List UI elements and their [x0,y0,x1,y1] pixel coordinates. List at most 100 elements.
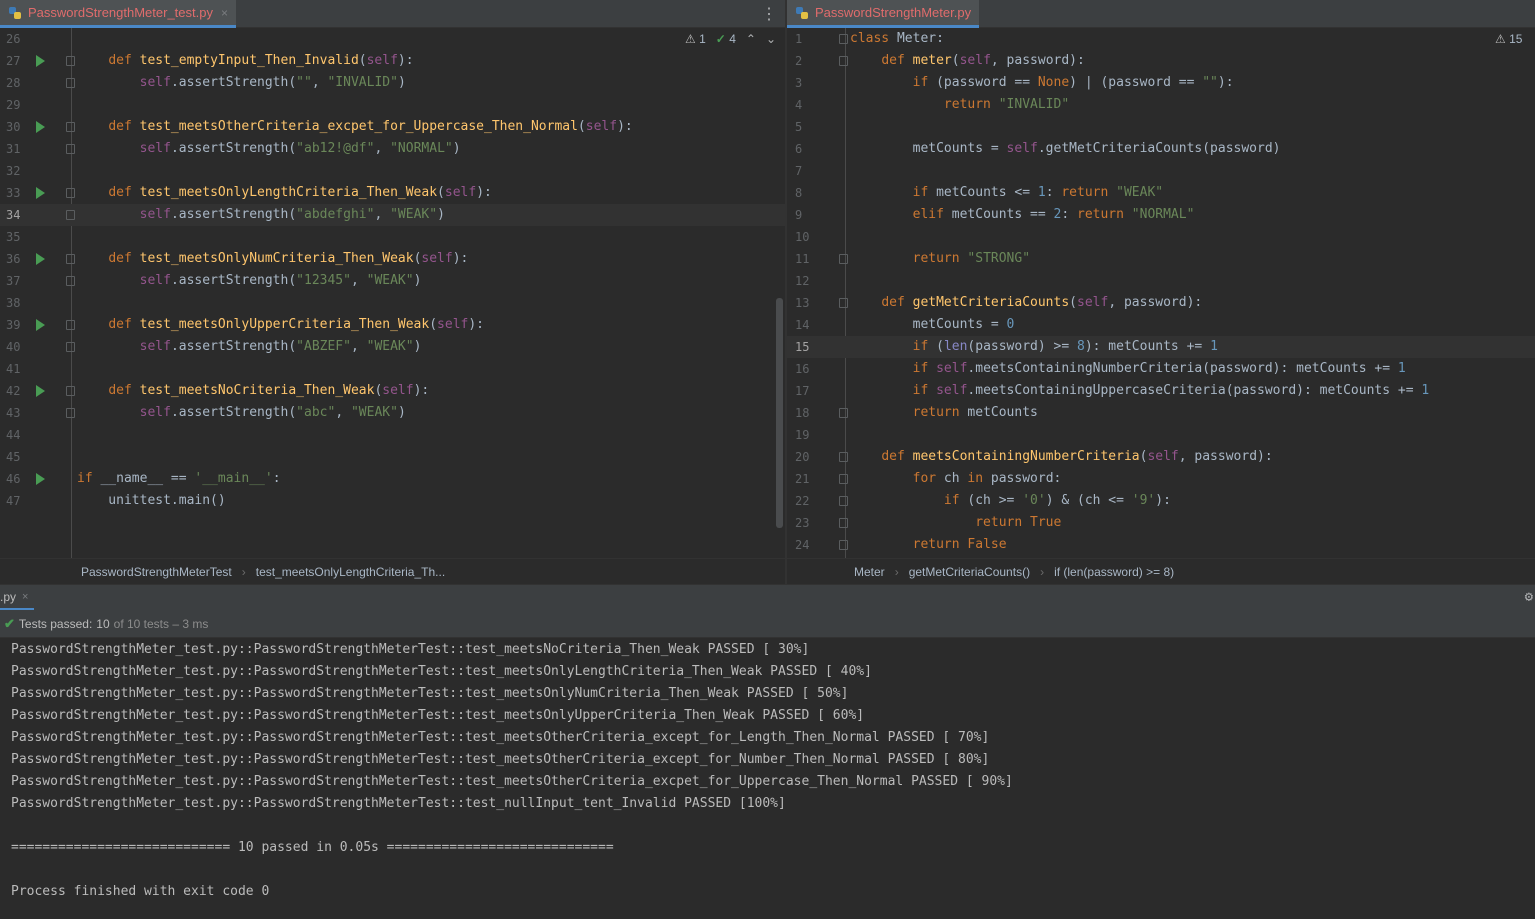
code-text[interactable]: unittest.main() [77,490,225,512]
line-number[interactable]: 31 [6,138,34,160]
line-number[interactable]: 5 [795,116,823,138]
run-test-icon[interactable] [36,187,45,199]
breadcrumb-item[interactable]: test_meetsOnlyLengthCriteria_Th... [256,565,445,579]
line-number[interactable]: 14 [795,314,823,336]
line-number[interactable]: 15 [795,336,823,358]
code-line[interactable]: 10 [787,226,1535,248]
code-line[interactable]: 9 elif metCounts == 2: return "NORMAL" [787,204,1535,226]
line-number[interactable]: 22 [795,490,823,512]
code-line[interactable]: 1 class Meter: [787,28,1535,50]
line-number[interactable]: 4 [795,94,823,116]
code-line[interactable]: 47 unittest.main() [0,490,785,512]
code-text[interactable]: self.assertStrength("ab12!@df", "NORMAL"… [77,138,461,160]
fold-icon[interactable] [839,254,848,264]
line-number[interactable]: 39 [6,314,34,336]
line-number[interactable]: 26 [6,28,34,50]
line-number[interactable]: 3 [795,72,823,94]
line-number[interactable]: 34 [6,204,34,226]
code-line[interactable]: 39 def test_meetsOnlyUpperCriteria_Then_… [0,314,785,336]
code-line[interactable]: 40 self.assertStrength("ABZEF", "WEAK") [0,336,785,358]
line-number[interactable]: 37 [6,270,34,292]
line-number[interactable]: 41 [6,358,34,380]
code-line[interactable]: 45 [0,446,785,468]
console-output[interactable]: PasswordStrengthMeter_test.py::PasswordS… [0,639,1535,919]
code-line[interactable]: 7 [787,160,1535,182]
code-line[interactable]: 16 if self.meetsContainingNumberCriteria… [787,358,1535,380]
code-text[interactable]: return "STRONG" [850,248,1030,270]
run-test-icon[interactable] [36,473,45,485]
code-text[interactable]: def meter(self, password): [850,50,1085,72]
code-line[interactable]: 3 if (password == None) | (password == "… [787,72,1535,94]
code-text[interactable]: def test_meetsNoCriteria_Then_Weak(self)… [77,380,429,402]
code-text[interactable]: self.assertStrength("abdefghi", "WEAK") [77,204,445,226]
line-number[interactable]: 29 [6,94,34,116]
code-text[interactable]: def test_emptyInput_Then_Invalid(self): [77,50,413,72]
code-text[interactable]: def test_meetsOnlyNumCriteria_Then_Weak(… [77,248,468,270]
breadcrumb-item[interactable]: getMetCriteriaCounts() [909,565,1030,579]
line-number[interactable]: 30 [6,116,34,138]
code-line[interactable]: 31 self.assertStrength("ab12!@df", "NORM… [0,138,785,160]
line-number[interactable]: 9 [795,204,823,226]
line-number[interactable]: 23 [795,512,823,534]
line-number[interactable]: 36 [6,248,34,270]
code-line[interactable]: 46 if __name__ == '__main__': [0,468,785,490]
run-test-icon[interactable] [36,385,45,397]
fold-icon[interactable] [66,276,75,286]
run-tab[interactable]: .py × [0,585,35,611]
line-number[interactable]: 2 [795,50,823,72]
run-test-icon[interactable] [36,319,45,331]
code-line[interactable]: 29 [0,94,785,116]
line-number[interactable]: 7 [795,160,823,182]
line-number[interactable]: 6 [795,138,823,160]
line-number[interactable]: 45 [6,446,34,468]
code-line[interactable]: 38 [0,292,785,314]
code-text[interactable]: self.assertStrength("abc", "WEAK") [77,402,406,424]
fold-icon[interactable] [66,320,75,330]
code-line[interactable]: 41 [0,358,785,380]
line-number[interactable]: 18 [795,402,823,424]
code-line[interactable]: 32 [0,160,785,182]
line-number[interactable]: 28 [6,72,34,94]
line-number[interactable]: 20 [795,446,823,468]
line-number[interactable]: 21 [795,468,823,490]
fold-icon[interactable] [839,452,848,462]
gear-icon[interactable]: ⚙ [1525,589,1533,605]
line-number[interactable]: 12 [795,270,823,292]
code-line[interactable]: 23 return True [787,512,1535,534]
fold-icon[interactable] [66,210,75,220]
code-text[interactable]: def test_meetsOtherCriteria_excpet_for_U… [77,116,632,138]
fold-icon[interactable] [839,34,848,44]
fold-icon[interactable] [839,56,848,66]
code-line[interactable]: 33 def test_meetsOnlyLengthCriteria_Then… [0,182,785,204]
code-line[interactable]: 12 [787,270,1535,292]
fold-icon[interactable] [66,342,75,352]
line-number[interactable]: 43 [6,402,34,424]
run-test-icon[interactable] [36,55,45,67]
code-line[interactable]: 44 [0,424,785,446]
code-line[interactable]: 37 self.assertStrength("12345", "WEAK") [0,270,785,292]
fold-icon[interactable] [66,188,75,198]
code-line[interactable]: 11 return "STRONG" [787,248,1535,270]
code-line[interactable]: 35 [0,226,785,248]
code-line[interactable]: 15 if (len(password) >= 8): metCounts +=… [787,336,1535,358]
code-text[interactable]: if self.meetsContainingUppercaseCriteria… [850,380,1430,402]
code-text[interactable]: if __name__ == '__main__': [77,468,281,490]
fold-icon[interactable] [66,254,75,264]
line-number[interactable]: 17 [795,380,823,402]
code-line[interactable]: 24 return False [787,534,1535,556]
code-line[interactable]: 17 if self.meetsContainingUppercaseCrite… [787,380,1535,402]
fold-icon[interactable] [66,386,75,396]
breadcrumb-item[interactable]: if (len(password) >= 8) [1054,565,1174,579]
code-line[interactable]: 28 self.assertStrength("", "INVALID") [0,72,785,94]
code-line[interactable]: 8 if metCounts <= 1: return "WEAK" [787,182,1535,204]
fold-icon[interactable] [839,408,848,418]
code-text[interactable]: metCounts = self.getMetCriteriaCounts(pa… [850,138,1281,160]
line-number[interactable]: 27 [6,50,34,72]
code-line[interactable]: 18 return metCounts [787,402,1535,424]
code-text[interactable]: if (ch >= '0') & (ch <= '9'): [850,490,1171,512]
code-text[interactable]: def meetsContainingNumberCriteria(self, … [850,446,1272,468]
line-number[interactable]: 35 [6,226,34,248]
fold-icon[interactable] [66,408,75,418]
code-text[interactable]: return True [850,512,1061,534]
run-test-icon[interactable] [36,253,45,265]
